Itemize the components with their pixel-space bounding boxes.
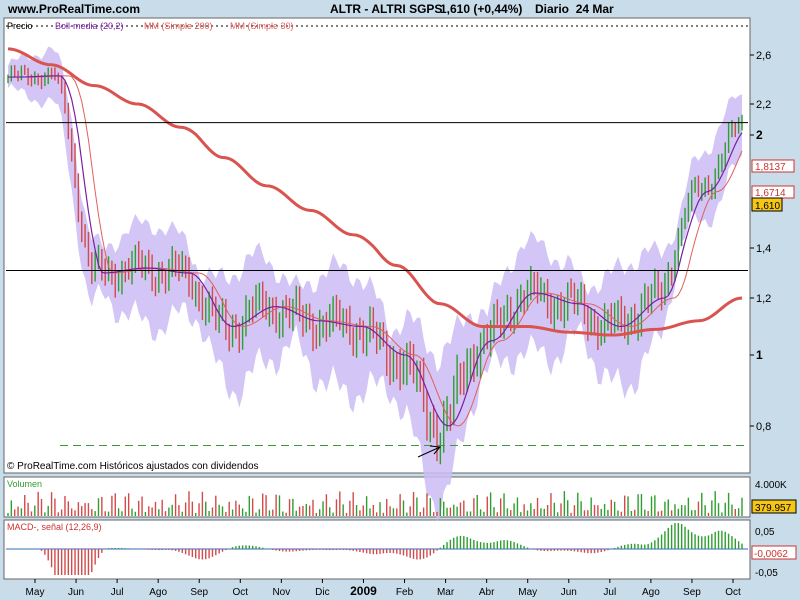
y-tick-label: 2,6 [756, 50, 771, 62]
macd-tick-bottom: -0,05 [755, 568, 778, 579]
y-tick-label: 0,8 [756, 421, 771, 433]
y-tick-label: 1,2 [756, 293, 771, 305]
x-tick-label: Ago [642, 587, 660, 598]
price-axis: 2,6 2,2 2 1,4 1,2 1 0,8 [750, 50, 771, 433]
x-tick-label: Nov [272, 587, 290, 598]
x-tick-label: Sep [190, 587, 208, 598]
price-markers: 1,8137 1,6714 1,610 [751, 159, 795, 212]
price-panel[interactable] [3, 17, 751, 474]
x-tick-label: Dic [315, 587, 329, 598]
macd-tick-top: 0,05 [755, 527, 775, 538]
y-tick-label: 2 [756, 128, 763, 142]
x-tick-label: Jul [111, 587, 124, 598]
x-tick-label: Jul [603, 587, 616, 598]
x-tick-label: May [518, 587, 537, 598]
macd-current: -0,0062 [754, 549, 788, 560]
x-tick-label: Abr [479, 587, 495, 598]
legend-mm200: MM (Simple 200) [144, 21, 213, 31]
x-tick-label: May [26, 587, 45, 598]
marker-mm200: 1,6714 [755, 188, 786, 199]
time-axis: May Jun Jul Ago Sep Oct Nov Dic 2009 Feb Mar Abr May… [26, 579, 741, 598]
x-tick-label: Jun [561, 587, 577, 598]
copyright-note: © ProRealTime.com Históricos ajustados c… [7, 461, 259, 472]
x-tick-label: 2009 [350, 584, 377, 598]
y-tick-label: 2,2 [756, 99, 771, 111]
volume-tick: 4.000K [755, 480, 787, 491]
volume-label: Volumen [7, 479, 42, 489]
stock-chart[interactable]: 2,6 2,2 2 1,4 1,2 1 0,8 May Jun Jul Ago Sep Oct Nov D… [0, 0, 800, 600]
marker-mm30: 1,8137 [755, 162, 786, 173]
x-tick-label: Jun [68, 587, 84, 598]
volume-current: 379.957 [755, 503, 792, 514]
x-tick-label: Feb [396, 587, 414, 598]
x-tick-label: Sep [683, 587, 701, 598]
x-tick-label: Oct [725, 587, 741, 598]
x-tick-label: Ago [149, 587, 167, 598]
legend-boll: Boll-media (20,2) [55, 21, 124, 31]
marker-last: 1,610 [755, 201, 780, 212]
legend-precio: Precio [7, 21, 33, 31]
y-tick-label: 1 [756, 348, 763, 362]
y-tick-label: 1,4 [756, 243, 771, 255]
x-tick-label: Mar [437, 587, 455, 598]
macd-label: MACD-, señal (12,26,9) [7, 522, 102, 532]
legend-mm30: MM (Simple 30) [230, 21, 294, 31]
x-tick-label: Oct [233, 587, 249, 598]
